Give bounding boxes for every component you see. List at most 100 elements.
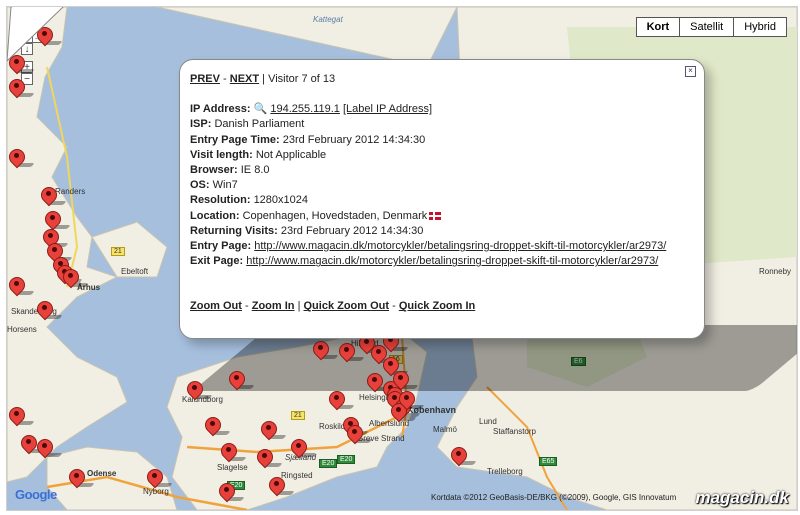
visitor-marker[interactable] [201, 413, 231, 439]
visitor-counter: | Visitor 7 of 13 [262, 73, 336, 85]
info-window-tail [7, 7, 64, 62]
isp-value: Danish Parliament [214, 118, 305, 131]
visitor-marker[interactable] [37, 183, 67, 209]
zoom-links-row: Zoom Out - Zoom In | Quick Zoom Out - Qu… [190, 299, 666, 314]
visitor-marker[interactable] [253, 445, 283, 471]
os-row: OS: Win7 [190, 178, 666, 193]
returning-label: Returning Visits: [190, 224, 278, 237]
ip-label: IP Address: [190, 103, 251, 116]
visitor-marker[interactable] [59, 265, 89, 291]
visitor-marker[interactable] [183, 377, 213, 403]
zoom-in-link[interactable]: Zoom In [252, 300, 295, 312]
visitor-marker[interactable] [217, 439, 247, 465]
city-label: Randers [55, 187, 86, 196]
watermark: magacin.dk [695, 488, 789, 507]
next-link[interactable]: NEXT [230, 73, 259, 85]
visitor-marker[interactable] [215, 479, 245, 505]
location-label: Location: [190, 209, 240, 222]
visitor-marker[interactable] [363, 369, 393, 395]
info-content: PREV - NEXT | Visitor 7 of 13 IP Address… [190, 72, 666, 315]
visitor-marker[interactable] [7, 273, 35, 299]
visitor-marker[interactable] [395, 387, 425, 413]
quick-zoom-in-link[interactable]: Quick Zoom In [399, 300, 475, 312]
map-type-control: Kort Satellit Hybrid [635, 17, 787, 37]
road-shield: E65 [539, 457, 558, 466]
map-type-satellit[interactable]: Satellit [679, 17, 735, 37]
entry-time-row: Entry Page Time: 23rd February 2012 14:3… [190, 133, 666, 148]
visitor-marker[interactable] [287, 435, 317, 461]
visitor-marker[interactable] [325, 387, 355, 413]
visitor-marker[interactable] [257, 417, 287, 443]
isp-label: ISP: [190, 118, 212, 131]
exit-page-link[interactable]: http://www.magacin.dk/motorcykler/betali… [246, 255, 658, 267]
magnifier-icon[interactable]: 🔍 [254, 103, 268, 115]
pager-row: PREV - NEXT | Visitor 7 of 13 [190, 72, 666, 87]
close-icon[interactable]: × [685, 66, 696, 77]
entry-time-label: Entry Page Time: [190, 133, 280, 146]
prev-link[interactable]: PREV [190, 73, 220, 85]
map-attribution: Kortdata ©2012 GeoBasis-DE/BKG (©2009), … [431, 493, 677, 502]
visitor-marker[interactable] [143, 465, 173, 491]
entry-page-row: Entry Page: http://www.magacin.dk/motorc… [190, 239, 666, 254]
entry-page-link[interactable]: http://www.magacin.dk/motorcykler/betali… [254, 240, 666, 252]
city-label: Ronneby [759, 267, 792, 276]
road-shield: E20 [319, 459, 338, 468]
city-label: Malmö [433, 425, 458, 434]
quick-zoom-out-link[interactable]: Quick Zoom Out [304, 300, 390, 312]
visitor-marker[interactable] [65, 465, 95, 491]
map-canvas[interactable]: ↑ ← + → ↓ + − Kort Satellit Hybrid Katte… [6, 6, 798, 511]
visitor-marker[interactable] [309, 337, 339, 363]
os-label: OS: [190, 179, 210, 192]
link-separator: | [297, 300, 301, 313]
visitor-marker[interactable] [343, 421, 373, 447]
city-label: Lund [479, 417, 497, 426]
visit-length-value: Not Applicable [255, 148, 327, 161]
label-ip-link[interactable]: [Label IP Address] [343, 103, 432, 115]
ip-row: IP Address: 🔍 194.255.119.1 [Label IP Ad… [190, 102, 666, 117]
resolution-row: Resolution: 1280x1024 [190, 193, 666, 208]
link-separator: - [245, 300, 249, 313]
visitor-marker[interactable] [33, 435, 63, 461]
road-shield: 21 [111, 247, 125, 256]
map-type-kort[interactable]: Kort [635, 17, 681, 37]
visitor-marker[interactable] [265, 473, 295, 499]
returning-value: 23rd February 2012 14:34:30 [280, 224, 424, 237]
visitor-marker[interactable] [7, 75, 35, 101]
city-label: Ebeltoft [121, 267, 149, 276]
visitor-marker[interactable] [335, 339, 365, 365]
google-logo: Google [15, 487, 57, 502]
entry-page-label: Entry Page: [190, 240, 252, 253]
city-label: Trelleborg [487, 467, 523, 476]
visitor-marker[interactable] [447, 443, 477, 469]
map-type-hybrid[interactable]: Hybrid [733, 17, 787, 37]
os-value: Win7 [212, 179, 238, 192]
visitor-marker[interactable] [7, 145, 35, 171]
visit-length-label: Visit length: [190, 148, 253, 161]
road-shield: E20 [337, 455, 356, 464]
browser-row: Browser: IE 8.0 [190, 163, 666, 178]
road-shield: 21 [291, 411, 305, 420]
exit-page-label: Exit Page: [190, 255, 244, 268]
info-window: × PREV - NEXT | Visitor 7 of 13 IP Addre… [179, 59, 705, 339]
location-row: Location: Copenhagen, Hovedstaden, Denma… [190, 209, 666, 224]
link-separator: - [392, 300, 396, 313]
zoom-out-link[interactable]: Zoom Out [190, 300, 242, 312]
isp-row: ISP: Danish Parliament [190, 117, 666, 132]
city-label: Ringsted [281, 471, 313, 480]
city-label: Staffanstorp [493, 427, 536, 436]
city-label: Odense [87, 469, 117, 478]
visitor-marker[interactable] [225, 367, 255, 393]
visit-length-row: Visit length: Not Applicable [190, 148, 666, 163]
visitor-marker[interactable] [17, 431, 47, 457]
location-value: Copenhagen, Hovedstaden, Denmark [242, 209, 428, 222]
visitor-marker[interactable] [33, 297, 63, 323]
entry-time-value: 23rd February 2012 14:34:30 [282, 133, 426, 146]
visitor-marker[interactable] [7, 403, 35, 429]
resolution-label: Resolution: [190, 194, 251, 207]
sea-label-kattegat: Kattegat [313, 15, 343, 24]
exit-page-row: Exit Page: http://www.magacin.dk/motorcy… [190, 254, 666, 269]
browser-label: Browser: [190, 164, 238, 177]
resolution-value: 1280x1024 [253, 194, 309, 207]
ip-address-link[interactable]: 194.255.119.1 [270, 103, 340, 115]
browser-value: IE 8.0 [240, 164, 270, 177]
